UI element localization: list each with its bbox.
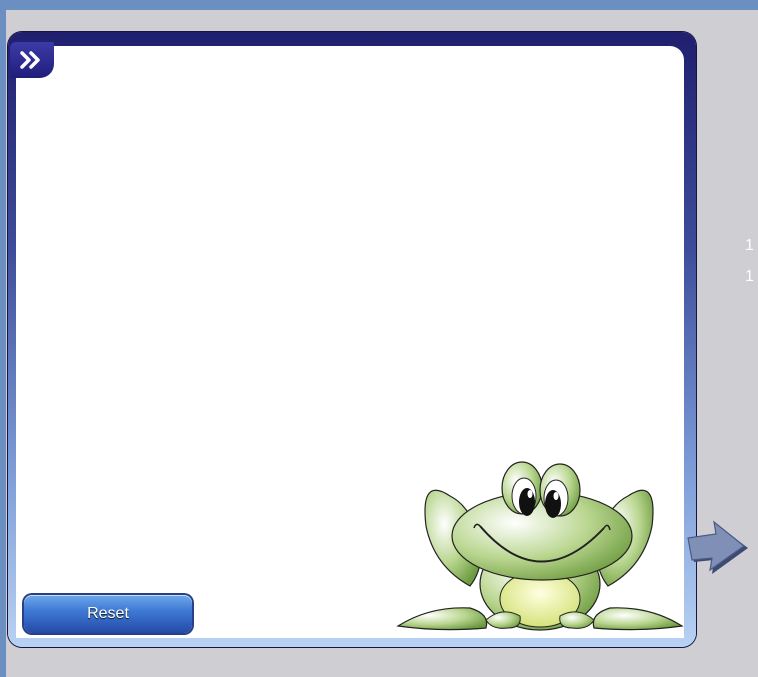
expand-button[interactable] — [10, 42, 54, 78]
arrow-right-icon — [687, 520, 748, 574]
side-number: 1 — [745, 268, 754, 285]
frog-mascot — [390, 456, 690, 641]
next-arrow-button[interactable] — [686, 518, 754, 585]
side-number: 1 — [745, 237, 754, 254]
double-chevron-right-icon — [20, 51, 40, 69]
reset-button[interactable]: Reset — [24, 595, 192, 633]
frog-illustration — [396, 461, 684, 631]
